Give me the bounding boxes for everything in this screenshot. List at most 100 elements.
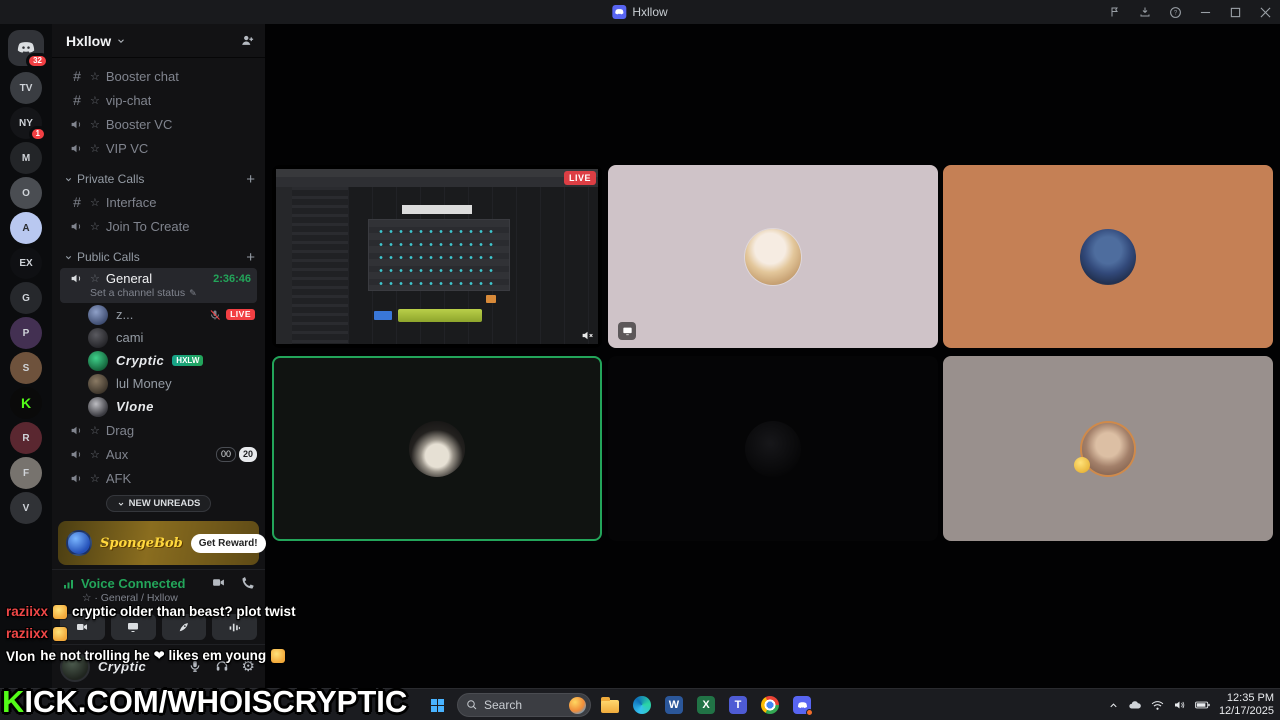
participant-name: cami: [116, 330, 144, 345]
wifi-icon[interactable]: [1151, 700, 1164, 711]
server-monogram: R: [22, 432, 30, 444]
channel-booster-vc[interactable]: ☆ Booster VC: [52, 112, 265, 136]
voice-participant[interactable]: Vlone: [52, 395, 265, 418]
speaker-icon: [70, 424, 84, 437]
channel-afk[interactable]: ☆ AFK: [52, 466, 265, 490]
updates-icon[interactable]: [1100, 0, 1130, 24]
channel-general-active[interactable]: ☆ General 2:36:46 Set a channel status ✎: [60, 268, 257, 303]
clock-time: 12:35 PM: [1226, 691, 1274, 704]
server-monogram: TV: [19, 82, 33, 94]
server-icon-9[interactable]: S: [10, 352, 42, 384]
maximize-button[interactable]: [1220, 0, 1250, 24]
tile-screenshare[interactable]: LIVE: [272, 165, 602, 348]
server-icon-6[interactable]: EX: [10, 247, 42, 279]
daw-browser: [292, 187, 348, 344]
turn-on-camera-button[interactable]: [60, 614, 105, 640]
stream-muted-icon[interactable]: [581, 329, 594, 342]
tile-participant-4[interactable]: [608, 356, 938, 541]
channel-star: ☆: [90, 472, 100, 485]
server-monogram: G: [22, 292, 30, 304]
category-public-calls[interactable]: Public Calls +: [52, 246, 265, 268]
hidden-icons-chevron[interactable]: [1108, 700, 1119, 711]
channel-drag[interactable]: ☆ Drag: [52, 418, 265, 442]
server-icon-kick[interactable]: K: [10, 387, 42, 419]
settings-gear-icon[interactable]: ⚙: [242, 659, 255, 674]
excel-icon[interactable]: X: [693, 692, 719, 718]
camera-icon[interactable]: [211, 576, 226, 591]
close-button[interactable]: [1250, 0, 1280, 24]
voice-participant[interactable]: Cryptic HXLW: [52, 349, 265, 372]
category-private-calls[interactable]: Private Calls +: [52, 168, 265, 190]
onedrive-icon[interactable]: [1128, 700, 1142, 710]
server-monogram: S: [22, 362, 30, 374]
download-icon[interactable]: [1130, 0, 1160, 24]
soundboard-button[interactable]: [212, 614, 257, 640]
server-icon-11[interactable]: R: [10, 422, 42, 454]
server-header[interactable]: Hxllow: [52, 24, 265, 58]
help-icon[interactable]: ?: [1160, 0, 1190, 24]
user-avatar[interactable]: [60, 651, 90, 682]
get-reward-button[interactable]: Get Reward!: [190, 533, 266, 553]
voice-participant[interactable]: lul Money: [52, 372, 265, 395]
notification-dot: [806, 709, 813, 716]
server-icon-4[interactable]: O: [10, 177, 42, 209]
promo-logo-icon: [66, 530, 92, 556]
server-monogram: F: [22, 467, 30, 479]
battery-icon[interactable]: [1195, 700, 1210, 710]
mic-icon[interactable]: [188, 659, 202, 674]
server-icon-5[interactable]: A: [10, 212, 42, 244]
channel-vip-chat[interactable]: # ☆ vip-chat: [52, 88, 265, 112]
discord-home-button[interactable]: 32: [8, 30, 49, 69]
server-icon-7[interactable]: G: [10, 282, 42, 314]
add-channel-icon[interactable]: +: [246, 250, 255, 265]
file-explorer-icon[interactable]: [597, 692, 623, 718]
new-unreads-pill[interactable]: NEW UNREADS: [105, 495, 212, 512]
edit-status-icon: ✎: [189, 287, 197, 298]
server-icon-8[interactable]: P: [10, 317, 42, 349]
word-icon[interactable]: W: [661, 692, 687, 718]
new-unreads-label: NEW UNREADS: [128, 498, 201, 509]
edge-browser-icon[interactable]: [629, 692, 655, 718]
voice-participant[interactable]: cami: [52, 326, 265, 349]
channel-join-to-create[interactable]: ☆ Join To Create: [52, 214, 265, 238]
channel-aux[interactable]: ☆ Aux 00 20: [52, 442, 265, 466]
tile-participant-1[interactable]: [608, 165, 938, 348]
daw-selection: [402, 205, 472, 214]
taskbar-clock[interactable]: 12:35 PM 12/17/2025: [1219, 692, 1274, 718]
start-activity-button[interactable]: [161, 614, 207, 640]
speaker-icon: [70, 220, 84, 233]
tile-participant-2[interactable]: [943, 165, 1273, 348]
hash-icon: #: [73, 68, 81, 84]
share-screen-button[interactable]: [110, 614, 156, 640]
start-button[interactable]: [423, 691, 451, 719]
teams-icon[interactable]: T: [725, 692, 751, 718]
add-channel-icon[interactable]: +: [246, 172, 255, 187]
deafen-icon[interactable]: [215, 659, 229, 674]
live-badge: LIVE: [563, 171, 596, 185]
volume-icon[interactable]: [1173, 699, 1186, 711]
channel-name: Booster VC: [105, 116, 173, 132]
channel-vip-vc[interactable]: ☆ VIP VC: [52, 136, 265, 160]
channel-name: General: [105, 271, 153, 286]
voice-participant[interactable]: z... LIVE: [52, 303, 265, 326]
channel-booster-chat[interactable]: # ☆ Booster chat: [52, 64, 265, 88]
channel-status-row[interactable]: Set a channel status ✎: [70, 287, 251, 299]
promo-banner[interactable]: SpongeBob Get Reward!: [58, 521, 266, 565]
server-icon-13[interactable]: V: [10, 492, 42, 524]
tile-participant-5[interactable]: [943, 356, 1273, 541]
connection-signal-icon: [62, 578, 75, 590]
taskbar-search[interactable]: Search: [457, 693, 591, 717]
server-icon-12[interactable]: F: [10, 457, 42, 489]
server-icon-2[interactable]: NY 1: [10, 107, 47, 142]
invite-member-icon[interactable]: [240, 33, 255, 48]
tile-participant-3-speaking[interactable]: [272, 356, 602, 541]
disconnect-call-icon[interactable]: [240, 576, 255, 591]
minimize-button[interactable]: [1190, 0, 1220, 24]
discord-taskbar-icon[interactable]: [789, 692, 815, 718]
chrome-icon[interactable]: [757, 692, 783, 718]
channel-name: vip-chat: [105, 92, 152, 108]
channel-interface[interactable]: # ☆ Interface: [52, 190, 265, 214]
system-tray: 12:35 PM 12/17/2025: [1108, 689, 1274, 720]
server-icon-3[interactable]: M: [10, 142, 42, 174]
server-icon-1[interactable]: TV: [10, 72, 42, 104]
